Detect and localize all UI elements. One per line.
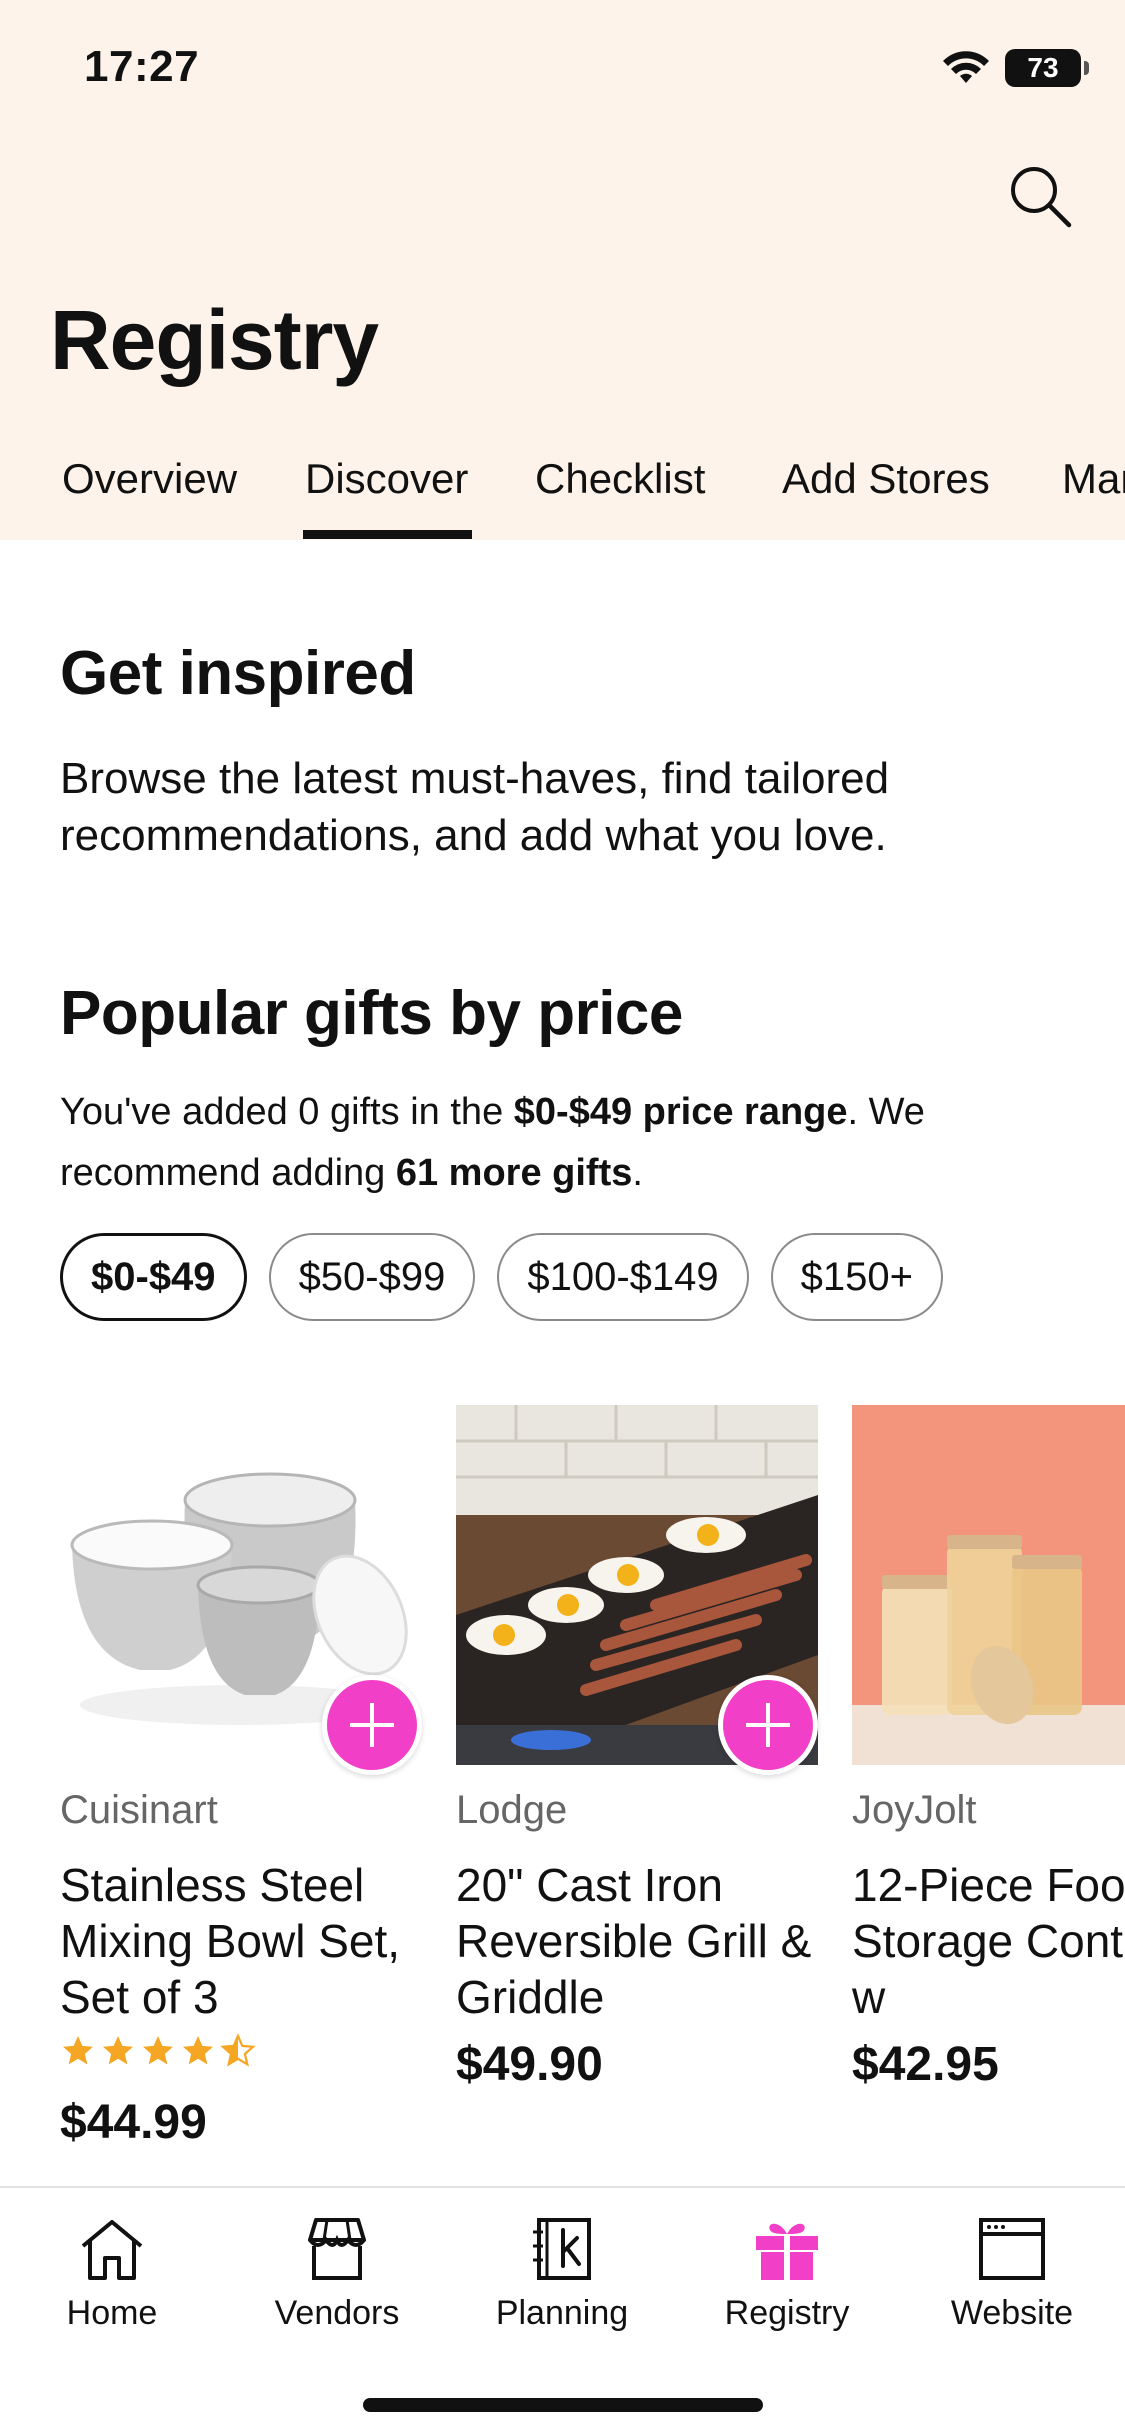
nav-vendors[interactable]: Vendors [237, 2216, 437, 2333]
message-price-range: $0-$49 price range [513, 1091, 848, 1133]
star-icon [63, 2036, 93, 2065]
gift-icon [756, 2223, 818, 2280]
star-icon [143, 2036, 173, 2065]
header: 17:27 73 Registry Overview Discover Chec… [0, 0, 1125, 540]
message-text: You've added 0 gifts in the [60, 1091, 514, 1133]
planning-book-icon [533, 2218, 591, 2280]
battery-level: 73 [1027, 52, 1059, 83]
get-inspired-title: Get inspired [60, 639, 416, 708]
product-name[interactable]: 20" Cast Iron Reversible Grill & Griddle [456, 1857, 818, 2025]
plus-icon [350, 1703, 394, 1747]
add-to-registry-button[interactable] [322, 1675, 422, 1775]
popular-gifts-title: Popular gifts by price [60, 979, 683, 1048]
price-chip-50-99[interactable]: $50-$99 [268, 1233, 476, 1321]
product-card[interactable]: Lodge 20" Cast Iron Reversible Grill & G… [456, 1405, 818, 2091]
price-chip-150-plus[interactable]: $150+ [770, 1233, 943, 1321]
product-image[interactable] [852, 1405, 1125, 1765]
page-title: Registry [50, 293, 379, 387]
status-icons: 73 [941, 44, 1089, 92]
product-price: $44.99 [60, 2096, 207, 2149]
price-chip-0-49[interactable]: $0-$49 [60, 1233, 247, 1321]
plus-icon [746, 1703, 790, 1747]
battery-icon: 73 [1005, 49, 1089, 87]
nav-website[interactable]: Website [912, 2216, 1112, 2333]
registry-tabs: Overview Discover Checklist Add Stores M… [0, 455, 1125, 540]
nav-home[interactable]: Home [12, 2216, 212, 2333]
tab-checklist[interactable]: Checklist [535, 455, 705, 540]
product-price: $42.95 [852, 2038, 999, 2091]
tab-discover[interactable]: Discover [302, 455, 473, 540]
storefront-icon [308, 2218, 366, 2280]
nav-label: Planning [495, 2294, 629, 2332]
home-icon [81, 2220, 143, 2280]
product-image[interactable] [60, 1405, 422, 1775]
product-price: $49.90 [456, 2038, 603, 2091]
half-star-icon [220, 2033, 256, 2067]
star-icon [183, 2036, 213, 2065]
product-card[interactable]: Cuisinart Stainless Steel Mixing Bowl Se… [60, 1405, 422, 2149]
product-name[interactable]: 12-Piece Food Storage Containers w [852, 1857, 1125, 2025]
nav-label: Vendors [274, 2294, 400, 2332]
status-time: 17:27 [84, 42, 200, 91]
nav-planning[interactable]: Planning [462, 2216, 662, 2333]
nav-label: Registry [724, 2294, 850, 2332]
popular-gifts-message: You've added 0 gifts in the $0-$49 price… [60, 1082, 1100, 1204]
price-filter-chips: $0-$49 $50-$99 $100-$149 $150+ [60, 1233, 943, 1321]
search-icon [1011, 167, 1072, 228]
home-indicator[interactable] [363, 2398, 763, 2412]
product-image[interactable] [456, 1405, 818, 1775]
nav-registry[interactable]: Registry [687, 2216, 887, 2333]
product-brand: JoyJolt [852, 1788, 977, 1832]
message-gift-count: 61 more gifts [395, 1152, 633, 1194]
product-carousel[interactable]: Cuisinart Stainless Steel Mixing Bowl Se… [60, 1405, 1125, 2185]
search-button[interactable] [1004, 160, 1076, 232]
product-brand: Lodge [456, 1788, 568, 1832]
nav-label: Home [66, 2294, 158, 2332]
product-rating [60, 2033, 256, 2069]
price-chip-100-149[interactable]: $100-$149 [497, 1233, 749, 1321]
storage-containers-image [852, 1405, 1125, 1765]
star-icon [103, 2036, 133, 2065]
product-name[interactable]: Stainless Steel Mixing Bowl Set, Set of … [60, 1857, 422, 2025]
wifi-icon [943, 51, 989, 83]
browser-window-icon [979, 2218, 1045, 2280]
add-to-registry-button[interactable] [718, 1675, 818, 1775]
product-card[interactable]: JoyJolt 12-Piece Food Storage Containers… [852, 1405, 1125, 2091]
tab-manage[interactable]: Manage [1062, 455, 1125, 540]
get-inspired-text: Browse the latest must-haves, find tailo… [60, 754, 890, 860]
product-brand: Cuisinart [60, 1788, 218, 1832]
message-text: . [632, 1152, 643, 1194]
nav-label: Website [950, 2294, 1074, 2332]
tab-overview[interactable]: Overview [62, 455, 237, 540]
tab-add-stores[interactable]: Add Stores [782, 455, 990, 540]
